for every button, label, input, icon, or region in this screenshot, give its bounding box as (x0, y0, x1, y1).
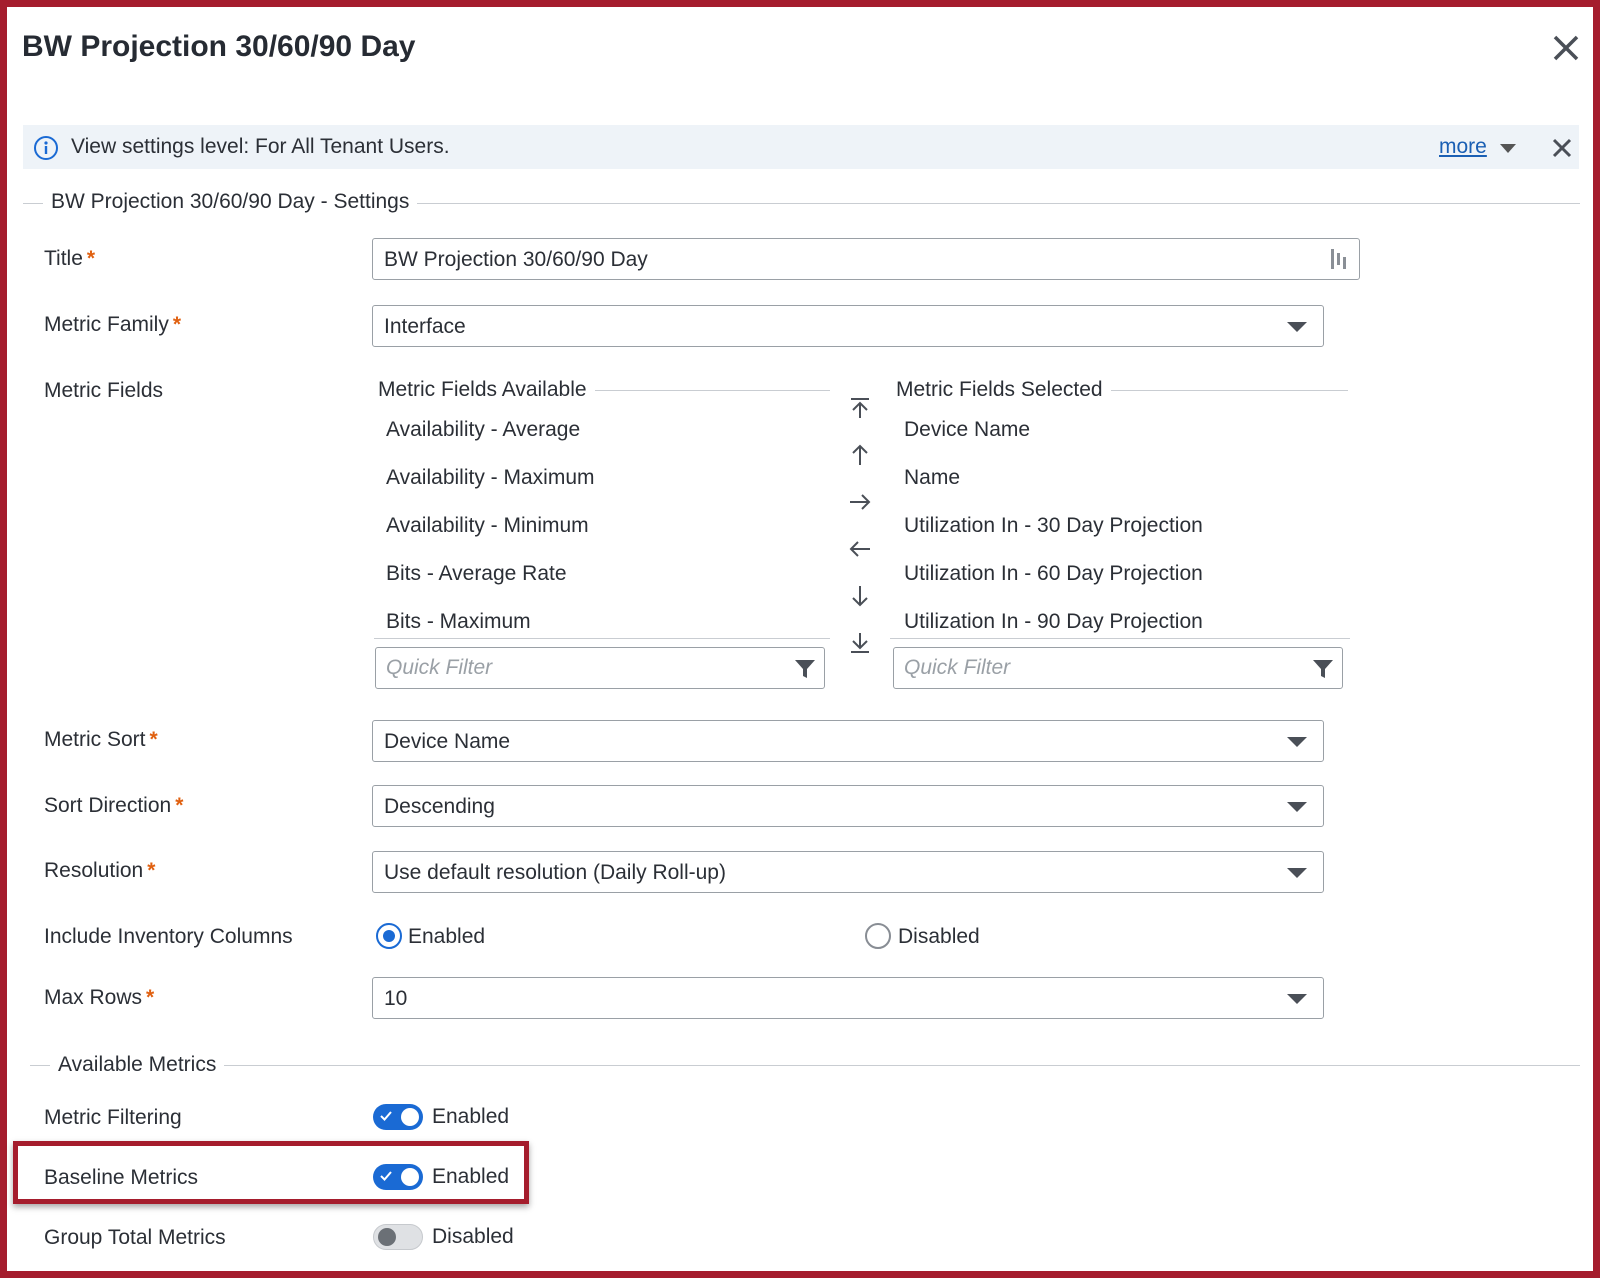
metric-fields-label: Metric Fields (44, 379, 164, 402)
dialog-title: BW Projection 30/60/90 Day (22, 30, 416, 63)
chevron-down-icon (1287, 868, 1307, 878)
max-rows-select[interactable]: 10 (372, 977, 1324, 1019)
metric-family-select[interactable]: Interface (372, 305, 1324, 347)
title-input[interactable]: BW Projection 30/60/90 Day (372, 238, 1360, 280)
selected-field-item[interactable]: Device Name (904, 418, 1030, 442)
available-field-item[interactable]: Bits - Maximum (386, 610, 531, 634)
inventory-columns-label: Include Inventory Columns (44, 925, 293, 948)
sort-direction-select[interactable]: Descending (372, 785, 1324, 827)
move-to-top-icon[interactable] (848, 396, 872, 420)
settings-section-legend: BW Projection 30/60/90 Day - Settings (43, 190, 418, 214)
available-list-header: Metric Fields Available (378, 378, 595, 402)
selected-quick-filter[interactable] (893, 647, 1343, 689)
move-up-icon[interactable] (848, 443, 872, 467)
inventory-disabled-radio[interactable] (865, 923, 891, 949)
more-link[interactable]: more (1439, 135, 1487, 159)
available-field-item[interactable]: Availability - Maximum (386, 466, 595, 490)
section-divider (30, 1065, 1580, 1066)
group-total-metrics-label: Group Total Metrics (44, 1226, 226, 1249)
banner-close-icon[interactable] (1550, 136, 1574, 160)
metric-filtering-label: Metric Filtering (44, 1106, 182, 1129)
group-total-metrics-state: Disabled (432, 1225, 514, 1248)
resolution-label: Resolution * (44, 859, 156, 882)
info-banner: View settings level: For All Tenant User… (23, 125, 1579, 169)
move-left-icon[interactable] (848, 537, 872, 561)
available-field-item[interactable]: Bits - Average Rate (386, 562, 567, 586)
available-metrics-legend: Available Metrics (50, 1053, 225, 1077)
metric-sort-label: Metric Sort * (44, 728, 158, 751)
selected-list-header: Metric Fields Selected (896, 378, 1111, 402)
sort-direction-label: Sort Direction * (44, 794, 184, 817)
selected-list-bottom (890, 638, 1350, 639)
metric-filtering-toggle[interactable] (373, 1104, 423, 1130)
chevron-down-icon (1287, 737, 1307, 747)
filter-icon[interactable] (794, 658, 816, 680)
available-quick-filter[interactable] (375, 647, 825, 689)
available-field-item[interactable]: Availability - Minimum (386, 514, 589, 538)
available-field-item[interactable]: Availability - Average (386, 418, 580, 442)
metric-filtering-state: Enabled (432, 1105, 510, 1128)
selected-field-item[interactable]: Utilization In - 90 Day Projection (904, 610, 1203, 634)
chevron-down-icon (1287, 994, 1307, 1004)
move-to-bottom-icon[interactable] (848, 631, 872, 655)
selected-filter-input[interactable] (904, 656, 1284, 680)
inventory-enabled-label[interactable]: Enabled (408, 925, 485, 949)
move-right-icon[interactable] (848, 490, 872, 514)
inventory-enabled-radio[interactable] (376, 923, 402, 949)
metric-sort-select[interactable]: Device Name (372, 720, 1324, 762)
filter-icon[interactable] (1312, 658, 1334, 680)
move-down-icon[interactable] (848, 584, 872, 608)
highlight-annotation (13, 1141, 529, 1204)
required-marker: * (149, 728, 158, 751)
resolution-select[interactable]: Use default resolution (Daily Roll-up) (372, 851, 1324, 893)
variable-insert-icon[interactable] (1329, 247, 1349, 271)
available-list-bottom (374, 638, 830, 639)
required-marker: * (147, 859, 156, 882)
title-label: Title * (44, 247, 96, 270)
available-filter-input[interactable] (386, 656, 766, 680)
chevron-down-icon[interactable] (1500, 144, 1516, 153)
metric-family-label: Metric Family * (44, 313, 182, 336)
required-marker: * (146, 986, 155, 1009)
inventory-disabled-label[interactable]: Disabled (898, 925, 980, 949)
required-marker: * (172, 313, 182, 336)
chevron-down-icon (1287, 322, 1307, 332)
info-icon (34, 136, 58, 160)
required-marker: * (175, 794, 184, 817)
required-marker: * (86, 247, 96, 270)
selected-field-item[interactable]: Utilization In - 30 Day Projection (904, 514, 1203, 538)
close-icon[interactable] (1548, 30, 1584, 66)
selected-field-item[interactable]: Utilization In - 60 Day Projection (904, 562, 1203, 586)
group-total-metrics-toggle[interactable] (373, 1224, 423, 1250)
check-icon (380, 1111, 392, 1121)
max-rows-label: Max Rows * (44, 986, 155, 1009)
banner-text: View settings level: For All Tenant User… (71, 135, 450, 158)
chevron-down-icon (1287, 802, 1307, 812)
selected-field-item[interactable]: Name (904, 466, 960, 490)
